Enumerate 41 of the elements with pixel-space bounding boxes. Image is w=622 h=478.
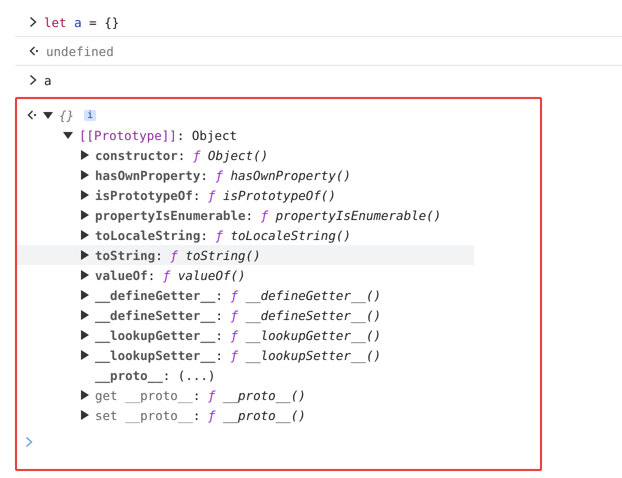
property-entry: propertyIsEnumerable: ƒ propertyIsEnumerable() bbox=[95, 208, 442, 222]
expand-triangle-icon[interactable] bbox=[81, 230, 89, 240]
expand-triangle-icon[interactable] bbox=[81, 150, 89, 160]
prototype-entry: [[Prototype]]: Object bbox=[79, 128, 238, 142]
expand-triangle-icon[interactable] bbox=[81, 310, 89, 320]
expand-triangle-icon[interactable] bbox=[81, 270, 89, 280]
expand-triangle-icon[interactable] bbox=[43, 110, 53, 120]
expand-triangle-icon[interactable] bbox=[81, 170, 89, 180]
output-arrow-icon bbox=[29, 45, 39, 57]
expand-triangle-icon[interactable] bbox=[81, 350, 89, 360]
expand-triangle-icon[interactable] bbox=[81, 410, 89, 420]
output-arrow-icon bbox=[27, 109, 37, 121]
property-entry: constructor: ƒ Object() bbox=[95, 148, 268, 162]
property-entry: __lookupSetter__: ƒ __lookupSetter__() bbox=[95, 348, 382, 362]
expand-triangle-icon[interactable] bbox=[81, 390, 89, 400]
property-entry: __proto__: (...) bbox=[95, 368, 216, 382]
input-prompt-icon bbox=[29, 16, 37, 28]
property-entry: __defineSetter__: ƒ __defineSetter__() bbox=[95, 308, 382, 322]
input-prompt-icon bbox=[29, 74, 37, 86]
expand-triangle-icon[interactable] bbox=[81, 290, 89, 300]
property-entry: toLocaleString: ƒ toLocaleString() bbox=[95, 228, 351, 242]
info-badge[interactable]: i bbox=[84, 110, 96, 120]
property-entry: hasOwnProperty: ƒ hasOwnProperty() bbox=[95, 168, 351, 182]
expand-triangle-icon[interactable] bbox=[81, 330, 89, 340]
property-entry: get __proto__: ƒ __proto__() bbox=[95, 388, 306, 402]
hovered-row[interactable]: toString: ƒ toString() bbox=[17, 245, 474, 265]
property-entry: toString: ƒ toString() bbox=[95, 248, 261, 262]
expand-triangle-icon[interactable] bbox=[81, 190, 89, 200]
object-summary: {} bbox=[59, 108, 74, 122]
console-code: let a = {} bbox=[44, 14, 120, 30]
property-entry: __lookupGetter__: ƒ __lookupGetter__() bbox=[95, 328, 382, 342]
property-entry: __defineGetter__: ƒ __defineGetter__() bbox=[95, 288, 382, 302]
expand-triangle-icon[interactable] bbox=[81, 250, 89, 260]
property-entry: set __proto__: ƒ __proto__() bbox=[95, 408, 306, 422]
input-prompt-icon[interactable] bbox=[25, 436, 33, 448]
property-entry: isPrototypeOf: ƒ isPrototypeOf() bbox=[95, 188, 336, 202]
property-entry: valueOf: ƒ valueOf() bbox=[95, 268, 246, 282]
console-code: a bbox=[44, 72, 52, 88]
expand-triangle-icon[interactable] bbox=[63, 130, 73, 140]
expand-triangle-icon[interactable] bbox=[81, 210, 89, 220]
console-code: undefined bbox=[46, 44, 114, 58]
